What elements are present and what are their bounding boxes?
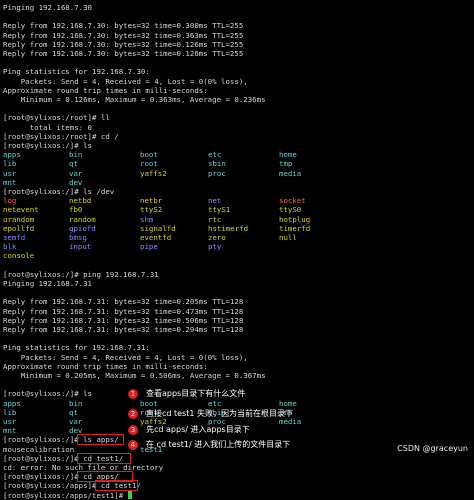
ls-entry: lib bbox=[3, 407, 17, 417]
terminal-line: Packets: Send = 4, Received = 4, Lost = … bbox=[3, 352, 248, 362]
highlight-box bbox=[77, 434, 124, 446]
ls-entry: media bbox=[279, 168, 302, 178]
ls-entry: rtc bbox=[208, 214, 222, 224]
ls-entry: ttyS1 bbox=[208, 205, 231, 215]
ls-entry: bmsg bbox=[69, 233, 87, 242]
ls-entry: blk bbox=[3, 242, 17, 252]
ls-entry: eventfd bbox=[140, 233, 172, 242]
ls-entry: timerfd bbox=[279, 223, 311, 233]
prompt-line: [root@sylixos:/apps/test1]# bbox=[3, 490, 132, 500]
ls-entry: input bbox=[69, 242, 92, 252]
terminal-line: Pinging 192.168.7.30 bbox=[3, 3, 92, 12]
prompt-line: [root@sylixos:/]# ls bbox=[3, 389, 92, 399]
ls-entry: semfd bbox=[3, 233, 26, 242]
ls-entry: var bbox=[69, 417, 83, 426]
ls-entry: netbr bbox=[140, 196, 163, 206]
ls-entry: log bbox=[3, 196, 17, 206]
ls-entry: mnt bbox=[3, 177, 17, 187]
ls-entry: bin bbox=[69, 398, 83, 408]
terminal-line: Ping statistics for 192.168.7.30: bbox=[3, 67, 150, 77]
ls-entry: sbin bbox=[208, 159, 226, 169]
prompt-line: [root@sylixos:/]# ping 192.168.7.31 bbox=[3, 269, 159, 279]
terminal-line: Reply from 192.168.7.31: bytes=32 time=0… bbox=[3, 325, 244, 334]
annotation-number-badge: 4 bbox=[128, 440, 138, 450]
prompt-line: [root@sylixos:/root]# ll bbox=[3, 113, 110, 123]
ls-entry: epollfd bbox=[3, 223, 35, 233]
ls-entry: hotplug bbox=[279, 214, 311, 224]
annotation-text: 直接cd test1 失败，因为当前在根目录下 bbox=[146, 409, 294, 418]
terminal-line: Packets: Send = 4, Received = 4, Lost = … bbox=[3, 76, 248, 86]
ls-entry: signalfd bbox=[140, 223, 176, 233]
ls-entry: root bbox=[140, 159, 158, 169]
terminal-line: Approximate round trip times in milli-se… bbox=[3, 361, 208, 371]
annotation-number-badge: 3 bbox=[128, 425, 138, 435]
ls-entry: mnt bbox=[3, 426, 17, 436]
highlight-box bbox=[95, 480, 138, 492]
ls-entry: pipe bbox=[140, 242, 158, 252]
ls-entry: qt bbox=[69, 407, 78, 417]
terminal-line: Approximate round trip times in milli-se… bbox=[3, 85, 208, 95]
ls-entry: ttyS2 bbox=[140, 205, 163, 215]
prompt-line: [root@sylixos:/root]# cd / bbox=[3, 131, 119, 141]
terminal-line: Reply from 192.168.7.31: bytes=32 time=0… bbox=[3, 306, 244, 316]
ls-entry: apps bbox=[3, 150, 21, 160]
ls-entry: usr bbox=[3, 168, 17, 178]
ls-entry: console bbox=[3, 251, 35, 261]
highlight-box bbox=[77, 452, 131, 464]
ls-entry: net bbox=[208, 196, 222, 206]
terminal-line: Reply from 192.168.7.30: bytes=32 time=0… bbox=[3, 21, 244, 31]
terminal-line: Reply from 192.168.7.30: bytes=32 time=0… bbox=[3, 30, 244, 40]
terminal-line: Reply from 192.168.7.31: bytes=32 time=0… bbox=[3, 297, 244, 307]
ls-entry: netbd bbox=[69, 196, 92, 206]
terminal-line: Ping statistics for 192.168.7.31: bbox=[3, 343, 150, 353]
ls-entry: etc bbox=[208, 150, 222, 160]
ls-entry: proc bbox=[208, 168, 226, 178]
ls-entry: bin bbox=[69, 150, 83, 160]
prompt-line: [root@sylixos:/]# ls /dev bbox=[3, 187, 115, 196]
terminal-line: Reply from 192.168.7.30: bytes=32 time=0… bbox=[3, 39, 244, 49]
ls-entry: tmp bbox=[279, 159, 293, 169]
annotation-number-badge: 1 bbox=[128, 389, 138, 399]
ls-entry: lib bbox=[3, 159, 17, 169]
terminal-line: Minimum = 0.126ms, Maximum = 0.363ms, Av… bbox=[3, 95, 266, 104]
ls-entry: apps bbox=[3, 398, 21, 408]
terminal-line: Minimum = 0.205ms, Maximum = 0.506ms, Av… bbox=[3, 371, 266, 380]
terminal-line: mousecalibration bbox=[3, 444, 75, 454]
ls-entry: hstimerfd bbox=[208, 223, 249, 233]
ls-entry: ttyS0 bbox=[279, 205, 302, 215]
ls-entry: random bbox=[69, 214, 96, 224]
watermark: CSDN @graceyun bbox=[397, 444, 468, 453]
annotation-number-badge: 2 bbox=[128, 409, 138, 419]
ls-entry: home bbox=[279, 398, 297, 408]
terminal-line: total items: 0 bbox=[3, 122, 92, 132]
ls-entry: dev bbox=[69, 177, 83, 187]
ls-entry: home bbox=[279, 150, 297, 160]
ls-entry: netevent bbox=[3, 205, 39, 215]
terminal-line: Pinging 192.168.7.31 bbox=[3, 279, 92, 288]
ls-entry: boot bbox=[140, 150, 158, 160]
ls-entry: fb0 bbox=[69, 205, 83, 215]
prompt-line: [root@sylixos:/]# ls bbox=[3, 141, 92, 150]
annotation-text: 查看apps目录下有什么文件 bbox=[146, 389, 246, 398]
cursor bbox=[127, 490, 132, 499]
ls-entry: usr bbox=[3, 417, 17, 426]
ls-entry: var bbox=[69, 168, 83, 178]
ls-entry: zero bbox=[208, 233, 226, 242]
terminal-line: Reply from 192.168.7.31: bytes=32 time=0… bbox=[3, 315, 244, 325]
ls-entry: urandom bbox=[3, 214, 35, 224]
ls-entry: socket bbox=[279, 196, 306, 206]
ls-entry: shm bbox=[140, 214, 154, 224]
annotation-text: 在 cd test1/ 进入我们上传的文件目录下 bbox=[146, 440, 291, 449]
ls-entry: qt bbox=[69, 159, 78, 169]
annotation-text: 先cd apps/ 进入apps目录下 bbox=[146, 425, 250, 434]
ls-entry: null bbox=[279, 233, 297, 242]
ls-entry: pty bbox=[208, 242, 222, 252]
ls-entry: yaffs2 bbox=[140, 168, 167, 178]
terminal-line: Reply from 192.168.7.30: bytes=32 time=0… bbox=[3, 49, 244, 58]
ls-entry: gpiofd bbox=[69, 223, 96, 233]
